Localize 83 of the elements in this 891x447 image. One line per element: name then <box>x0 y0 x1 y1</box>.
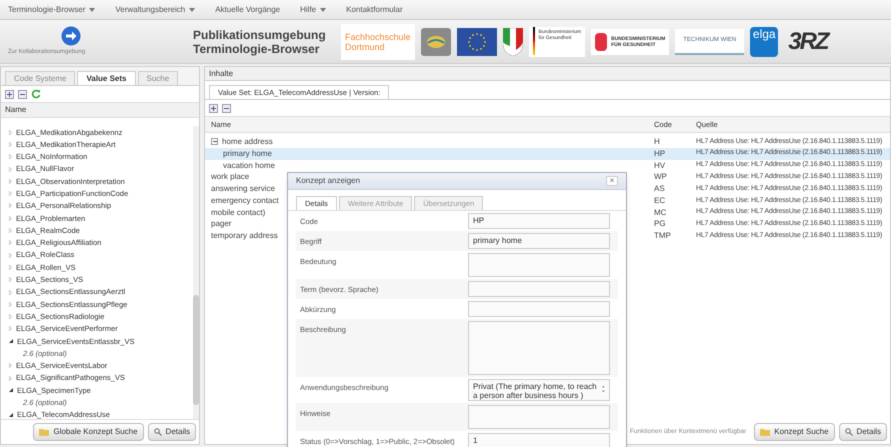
toolbar-button[interactable]: Globale Konzept Suche <box>33 423 144 441</box>
collapsed-icon[interactable] <box>9 302 12 307</box>
expanded-icon[interactable] <box>9 388 13 392</box>
text-area[interactable] <box>468 253 610 277</box>
collapsed-icon[interactable] <box>9 178 12 184</box>
folder-icon <box>39 428 50 436</box>
collapse-icon[interactable] <box>211 138 218 146</box>
concept-name: mobile contact) <box>211 206 266 219</box>
collapsed-icon[interactable] <box>9 142 12 147</box>
table-cell-text: H <box>654 136 661 148</box>
toolbar-button[interactable]: Details <box>148 423 196 441</box>
menu-item[interactable]: Hilfe <box>300 4 326 16</box>
collapsed-icon[interactable] <box>9 130 12 135</box>
collapsed-icon[interactable] <box>9 252 12 258</box>
input-field[interactable]: 1 <box>468 433 610 447</box>
input-field[interactable]: HP <box>468 213 610 229</box>
arrow-right-icon[interactable] <box>61 26 81 46</box>
concept-name: vacation home <box>223 160 276 172</box>
collapsed-icon[interactable] <box>9 154 12 160</box>
text-area[interactable] <box>468 321 610 375</box>
table-cell-text: TMP <box>654 230 672 242</box>
collapsed-icon[interactable] <box>9 326 12 332</box>
tab[interactable]: Value Sets <box>77 71 136 85</box>
expanded-icon[interactable] <box>9 339 13 344</box>
table-cell-text: HV <box>654 160 666 172</box>
toolbar-button[interactable]: Konzept Suche <box>754 423 835 441</box>
collapsed-icon[interactable] <box>9 290 12 294</box>
text-area[interactable]: Privat (The primary home, to reach a person after business hours ) <box>468 379 610 401</box>
elga-logo: elga <box>750 26 778 56</box>
crest-logo <box>502 28 523 56</box>
text-area[interactable] <box>468 405 610 429</box>
table-cell-text: WP <box>654 171 668 184</box>
expanded-icon[interactable] <box>9 412 13 417</box>
folder-icon <box>760 428 770 436</box>
magnifier-icon <box>154 428 162 436</box>
g-mark-icon <box>595 32 608 50</box>
input-field[interactable] <box>468 281 610 297</box>
collapsed-icon[interactable] <box>9 203 12 208</box>
flag-logo <box>456 28 497 56</box>
table-cell-text: HP <box>654 148 666 160</box>
caret-icon <box>89 8 96 12</box>
table-cell-text: AS <box>654 183 666 196</box>
dialog-title: Konzept anzeigen <box>296 175 360 187</box>
concept-name: primary home <box>223 148 272 160</box>
concept-name: home address <box>222 136 273 148</box>
input-field[interactable] <box>468 301 610 317</box>
menu-item[interactable]: Terminologie-Browser <box>8 4 96 16</box>
close-button[interactable]: × <box>606 176 618 186</box>
panel-title: Inhalte <box>205 67 890 81</box>
caret-icon <box>189 8 196 12</box>
stripe-icon <box>532 26 535 54</box>
collapsed-icon[interactable] <box>9 240 12 246</box>
seal-logo <box>420 28 451 56</box>
collapsed-icon[interactable] <box>9 264 12 270</box>
collapsed-icon[interactable] <box>9 376 12 381</box>
brz-logo: 3RZ <box>787 26 830 56</box>
menu-item[interactable]: Verwaltungsbereich <box>115 4 196 16</box>
input-field[interactable]: primary home <box>468 233 610 249</box>
collapsed-icon[interactable] <box>9 277 12 282</box>
table-cell-text: EC <box>654 194 666 207</box>
caret-icon <box>320 8 326 12</box>
collapsed-icon[interactable] <box>9 228 12 234</box>
concept-name: answering service <box>211 183 276 196</box>
table-cell-text: PG <box>654 218 667 230</box>
refresh-icon[interactable] <box>31 89 41 99</box>
university-logo: Fachhochschule Dortmund <box>341 24 415 60</box>
menu-item[interactable]: Aktuelle Vorgänge <box>215 4 280 16</box>
expand-all-icon[interactable] <box>209 104 218 112</box>
toolbar-button[interactable]: Details <box>838 423 887 441</box>
collapse-all-icon[interactable] <box>18 90 27 98</box>
column-header: Name <box>1 102 199 118</box>
expand-all-icon[interactable] <box>5 90 14 98</box>
collapsed-icon[interactable] <box>9 314 12 320</box>
scrollbar[interactable] <box>193 126 199 419</box>
magnifier-icon <box>844 428 853 436</box>
collapsed-icon[interactable] <box>9 191 12 196</box>
collapsed-icon[interactable] <box>9 216 12 221</box>
app-title: Publikationsumgebung Terminologie-Browser <box>193 28 327 56</box>
menu-item[interactable]: Kontaktformular <box>346 4 403 16</box>
collapse-all-icon[interactable] <box>222 104 231 112</box>
table-cell-text: MC <box>654 206 668 219</box>
collapsed-icon[interactable] <box>9 363 12 368</box>
collapsed-icon[interactable] <box>9 166 12 172</box>
